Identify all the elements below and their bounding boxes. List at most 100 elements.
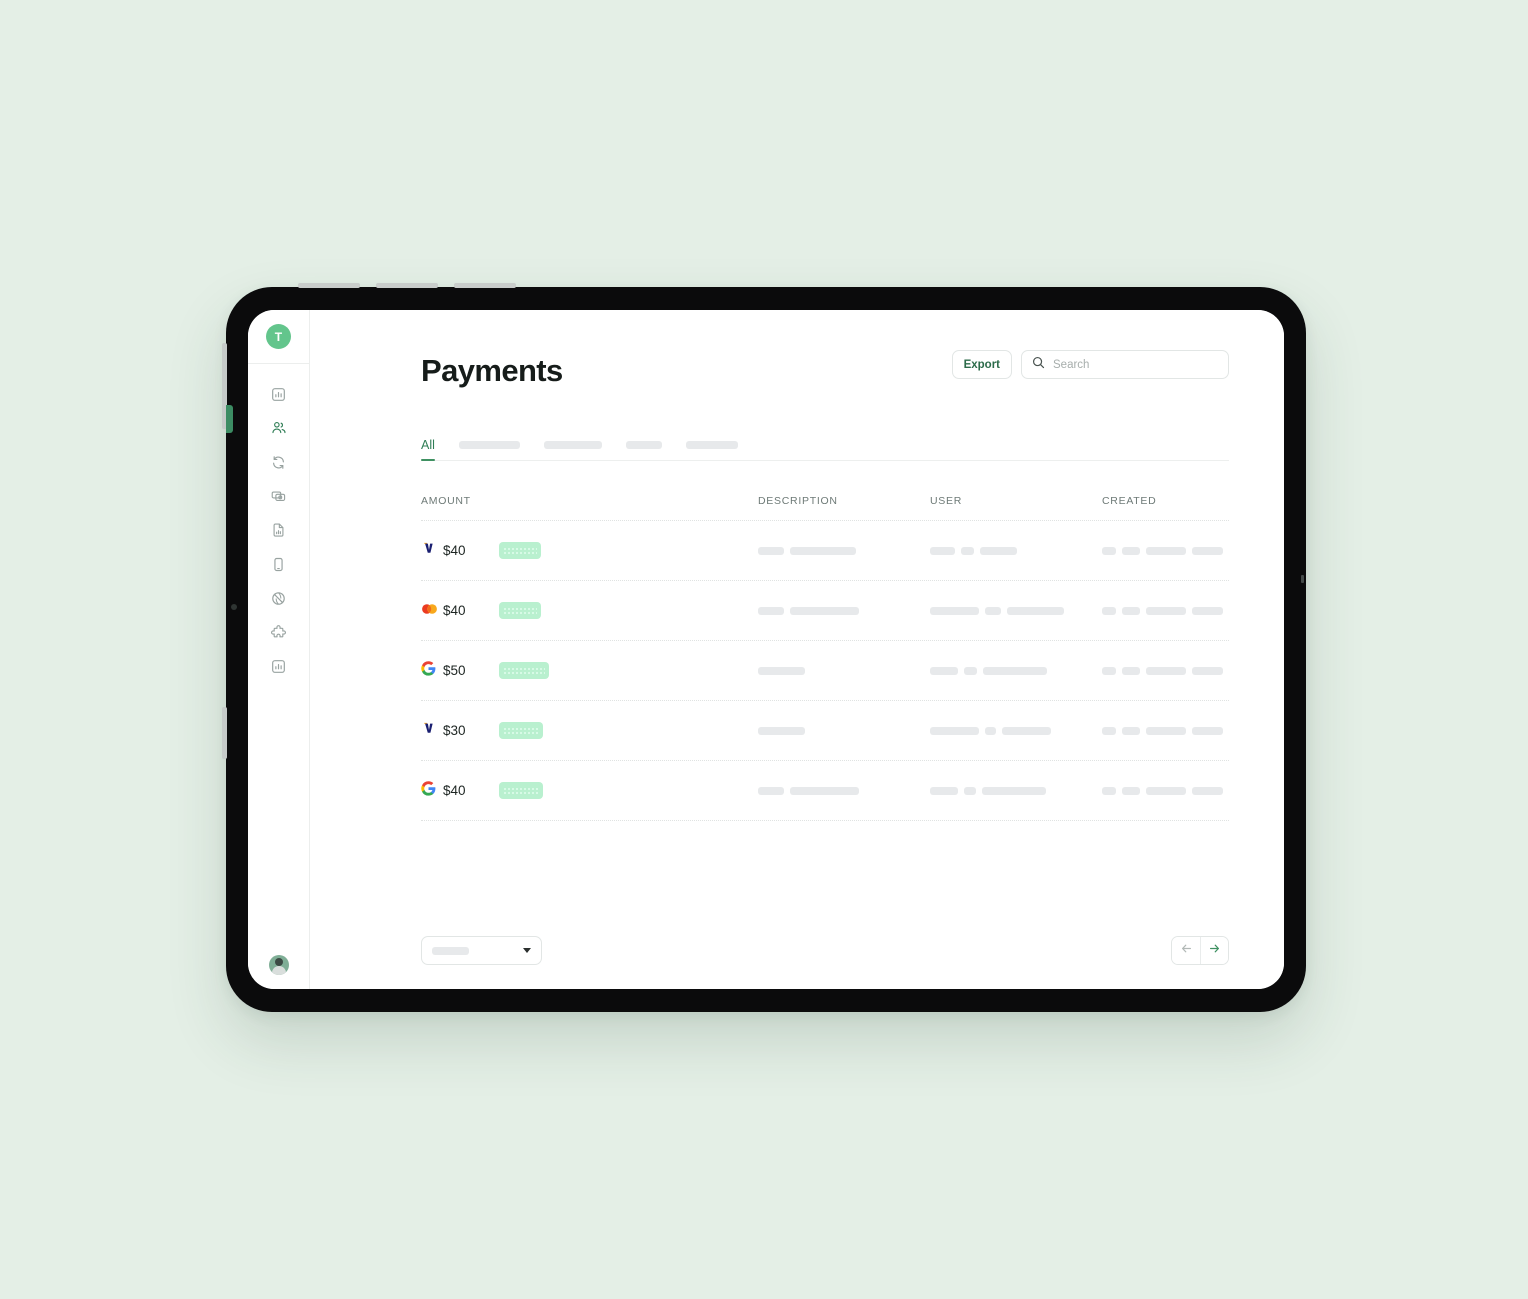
- column-header-user: USER: [930, 495, 963, 507]
- table-row[interactable]: $40: [421, 581, 1229, 641]
- amount-value: $40: [443, 603, 466, 618]
- skeleton-bar: [982, 786, 1046, 795]
- tab-all[interactable]: All: [421, 430, 435, 461]
- page-header: Payments Export: [421, 350, 1229, 386]
- main-content: Payments Export Search All AMOUNT DESCRI…: [310, 310, 1284, 989]
- tab-skeleton: [458, 441, 520, 449]
- cell-user: [930, 606, 1102, 615]
- sidebar-item-puzzle-piece[interactable]: [264, 617, 294, 647]
- sidebar-item-file-chart[interactable]: [264, 515, 294, 545]
- previous-page-button[interactable]: [1172, 937, 1200, 964]
- arrow-left-icon: [1180, 942, 1193, 960]
- arrow-right-icon: [1208, 942, 1221, 960]
- visa-card-icon: [421, 720, 437, 741]
- cell-description: [758, 726, 930, 735]
- table-footer: [421, 936, 1229, 965]
- cell-amount: $40: [421, 602, 758, 620]
- mastercard-card-icon: [421, 602, 438, 620]
- app-sidebar: T: [248, 310, 310, 989]
- tab-skeleton: [543, 441, 602, 449]
- chart-bar-box-icon: [271, 387, 286, 402]
- skeleton-bar: [1146, 666, 1186, 675]
- status-badge: [499, 662, 549, 679]
- skeleton-bar: [1146, 546, 1186, 555]
- status-badge: [499, 722, 543, 739]
- tab-label: All: [421, 438, 435, 452]
- skeleton-bar: [930, 606, 979, 615]
- table-row[interactable]: $30: [421, 701, 1229, 761]
- column-header-created: CREATED: [1102, 495, 1157, 507]
- tablet-device-frame: T Payments Export Search All AMOUNT DESC…: [222, 283, 1306, 1012]
- rows-per-page-skeleton: [432, 946, 469, 955]
- skeleton-bar: [1122, 666, 1140, 675]
- rows-per-page-select[interactable]: [421, 936, 542, 965]
- description-skeletons: [758, 606, 930, 615]
- skeleton-bar: [1102, 666, 1116, 675]
- skeleton-bar: [1146, 726, 1186, 735]
- cell-amount: $50: [421, 660, 758, 681]
- skeleton-bar: [964, 666, 977, 675]
- table-row[interactable]: $50: [421, 641, 1229, 701]
- tab-placeholder-4[interactable]: [685, 430, 738, 460]
- cell-created: [1102, 666, 1229, 675]
- puzzle-piece-icon: [271, 624, 286, 640]
- skeleton-bar: [1122, 546, 1140, 555]
- next-page-button[interactable]: [1200, 937, 1228, 964]
- sidebar-item-money-camera[interactable]: [264, 481, 294, 511]
- file-chart-icon: [271, 522, 286, 538]
- created-skeletons: [1102, 726, 1229, 735]
- skeleton-bar: [790, 606, 859, 615]
- tab-placeholder-2[interactable]: [543, 430, 602, 460]
- cell-user: [930, 666, 1102, 675]
- amount-value: $50: [443, 663, 466, 678]
- mobile-device-icon: [271, 557, 286, 572]
- table-row[interactable]: $40: [421, 521, 1229, 581]
- avatar[interactable]: [268, 955, 289, 975]
- cell-amount: $40: [421, 780, 758, 801]
- search-icon: [1032, 356, 1045, 374]
- created-skeletons: [1102, 666, 1229, 675]
- device-frame-seam: [1301, 575, 1304, 583]
- sidebar-avatar-zone: [268, 955, 289, 989]
- user-skeletons: [930, 606, 1102, 615]
- sidebar-item-globe-slash[interactable]: [264, 583, 294, 613]
- sidebar-item-analytics-box[interactable]: [264, 651, 294, 681]
- tab-bar: All: [421, 431, 1229, 461]
- tab-placeholder-1[interactable]: [458, 430, 520, 460]
- amount-value: $40: [443, 543, 466, 558]
- skeleton-bar: [961, 546, 974, 555]
- cell-created: [1102, 546, 1229, 555]
- device-button-left-2: [222, 707, 227, 759]
- skeleton-bar: [1146, 786, 1186, 795]
- export-button[interactable]: Export: [951, 350, 1012, 379]
- pagination-controls: [1171, 936, 1229, 965]
- header-actions: Export: [951, 350, 1229, 379]
- skeleton-bar: [964, 786, 976, 795]
- amount-value: $40: [443, 783, 466, 798]
- money-camera-icon: [271, 489, 286, 504]
- cell-description: [758, 786, 930, 795]
- google-card-icon: [421, 660, 436, 681]
- card-brand: [421, 720, 443, 741]
- sidebar-item-refresh-cycle[interactable]: [264, 447, 294, 477]
- sidebar-item-mobile-device[interactable]: [264, 549, 294, 579]
- skeleton-bar: [985, 606, 1001, 615]
- table-header-row: AMOUNT DESCRIPTION USER CREATED: [421, 495, 1229, 521]
- skeleton-bar: [930, 546, 955, 555]
- created-skeletons: [1102, 546, 1229, 555]
- skeleton-bar: [980, 546, 1017, 555]
- cell-user: [930, 726, 1102, 735]
- visa-card-icon: [421, 540, 437, 561]
- tab-placeholder-3[interactable]: [625, 430, 662, 460]
- sidebar-item-chart-bar-box[interactable]: [264, 379, 294, 409]
- search-input[interactable]: [1053, 358, 1218, 371]
- skeleton-bar: [930, 726, 979, 735]
- skeleton-bar: [1102, 606, 1116, 615]
- brand-badge[interactable]: T: [266, 324, 291, 349]
- cell-amount: $40: [421, 540, 758, 561]
- skeleton-bar: [983, 666, 1047, 675]
- table-row[interactable]: $40: [421, 761, 1229, 821]
- skeleton-bar: [1192, 666, 1223, 675]
- sidebar-item-users[interactable]: [264, 413, 294, 443]
- search-box[interactable]: [1021, 350, 1229, 379]
